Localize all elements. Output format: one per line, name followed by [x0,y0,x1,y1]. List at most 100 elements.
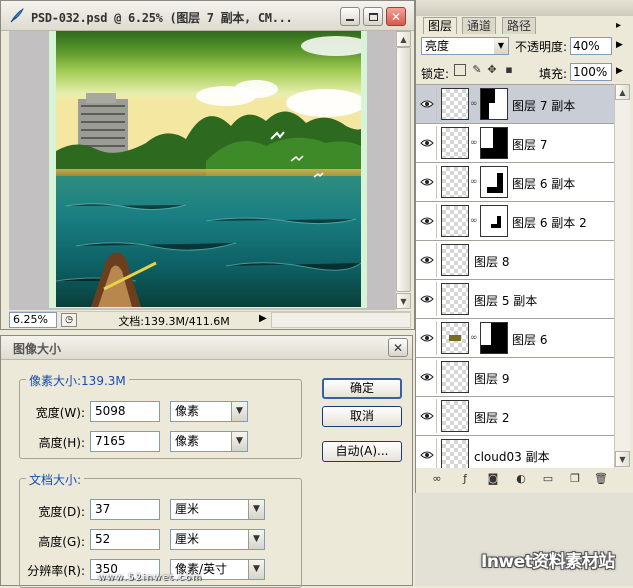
opacity-slider-arrow-icon[interactable]: ▶ [616,40,623,50]
layer-row[interactable]: 图层 5 副本 [416,280,614,319]
layer-style-icon[interactable]: ƒ [458,472,472,485]
maximize-button[interactable] [363,7,383,26]
panel-title-bar[interactable] [416,0,633,16]
layer-mask-thumbnail[interactable] [480,127,508,159]
ok-button[interactable]: 确定 [322,378,402,399]
visibility-eye-icon[interactable] [417,360,437,394]
layer-thumbnail [441,400,469,432]
layer-name: 图层 5 副本 [474,294,538,308]
lock-brush-icon[interactable]: ✎ [471,64,483,76]
link-chain-icon[interactable]: ∞ [470,177,478,187]
fill-input[interactable]: 100% [570,63,612,81]
layer-row[interactable]: 图层 2 [416,397,614,436]
document-vertical-scrollbar[interactable]: ▲ ▼ [395,31,411,310]
scroll-thumb[interactable] [396,47,411,292]
layers-panel: 图层 通道 路径 ▸ 亮度 ▼ 不透明度: 40% ▶ 锁定: ✎ ✥ ▪ 填充… [415,0,633,493]
visibility-eye-icon[interactable] [417,126,437,160]
lake-scene-image[interactable] [56,31,361,307]
minimize-button[interactable] [340,7,360,26]
adjustment-layer-icon[interactable]: ◐ [514,472,528,485]
doc-width-unit-select[interactable]: 厘米 ▼ [170,499,265,520]
visibility-eye-icon[interactable] [417,204,437,238]
tab-paths[interactable]: 路径 [502,17,537,34]
new-group-icon[interactable]: ▭ [541,472,555,485]
tab-channels[interactable]: 通道 [462,17,497,34]
layer-mask-thumbnail[interactable] [480,205,508,237]
pixel-height-unit-select[interactable]: 像素 ▼ [170,431,248,452]
chevron-down-icon: ▼ [494,38,508,54]
lock-move-icon[interactable]: ✥ [486,64,498,76]
link-chain-icon[interactable]: ∞ [470,216,478,226]
fill-slider-arrow-icon[interactable]: ▶ [616,66,623,76]
new-layer-icon[interactable]: ❐ [568,472,582,485]
layer-row[interactable]: 图层 8 [416,241,614,280]
opacity-input[interactable]: 40% [570,37,612,55]
tab-layers[interactable]: 图层 [423,17,458,34]
layer-mask-thumbnail[interactable] [480,166,508,198]
link-chain-icon[interactable]: ∞ [470,333,478,343]
doc-width-input[interactable]: 37 [90,499,160,520]
scroll-up-icon[interactable]: ▲ [615,84,630,100]
layer-row[interactable]: ∞ 图层 7 [416,124,614,163]
layer-name: 图层 6 [512,333,548,347]
panel-menu-icon[interactable]: ▸ [616,20,621,31]
doc-height-input[interactable]: 52 [90,529,160,550]
document-size-group: 文档大小: 宽度(D): 37 厘米 ▼ 高度(G): 52 厘米 ▼ 分辨率(… [19,471,302,588]
visibility-eye-icon[interactable] [417,282,437,316]
layer-row[interactable]: ∞ 图层 6 [416,319,614,358]
zoom-level-field[interactable]: 6.25% [9,312,57,328]
visibility-eye-icon[interactable] [417,438,437,468]
watermark-logo: Inwet资料素材站 [481,552,615,572]
document-horizontal-scrollbar[interactable] [271,312,411,328]
layer-name: 图层 7 副本 [512,99,576,113]
layer-row[interactable]: ∞ 图层 6 副本 2 [416,202,614,241]
layer-row[interactable]: 图层 9 [416,358,614,397]
layer-mask-thumbnail[interactable] [480,88,508,120]
auto-button[interactable]: 自动(A)... [322,441,402,462]
visibility-eye-icon[interactable] [417,243,437,277]
visibility-eye-icon[interactable] [417,321,437,355]
scroll-down-icon[interactable]: ▼ [396,293,411,309]
blend-mode-value: 亮度 [425,39,450,53]
opacity-label: 不透明度: [515,40,568,54]
layers-vertical-scrollbar[interactable]: ▲ ▼ [614,84,630,468]
blend-mode-select[interactable]: 亮度 ▼ [421,37,509,55]
layer-list: ∞ 图层 7 副本 ∞ 图层 7 ∞ 图层 6 副本 ∞ 图层 6 副本 2 图… [416,84,614,468]
dialog-title-bar[interactable]: 图像大小 ✕ [1,336,412,360]
visibility-eye-icon[interactable] [417,165,437,199]
pixel-width-input[interactable]: 5098 [90,401,160,422]
cancel-button[interactable]: 取消 [322,406,402,427]
scroll-down-icon[interactable]: ▼ [615,451,630,467]
link-chain-icon[interactable]: ∞ [470,99,478,109]
pixel-height-label: 高度(H): [38,436,85,450]
layer-row[interactable]: ∞ 图层 6 副本 [416,163,614,202]
document-title-bar[interactable]: PSD-032.psd @ 6.25% (图层 7 副本, CM... ✕ [1,1,414,31]
visibility-eye-icon[interactable] [417,399,437,433]
delete-layer-icon[interactable]: 🗑 [594,472,608,485]
doc-height-unit-select[interactable]: 厘米 ▼ [170,529,265,550]
layer-mask-thumbnail[interactable] [480,322,508,354]
layer-row[interactable]: ∞ 图层 7 副本 [416,85,614,124]
layer-thumbnail [441,244,469,276]
visibility-eye-icon[interactable] [417,87,437,121]
lock-transparency-icon[interactable] [454,64,466,76]
canvas-area[interactable] [9,31,395,310]
dialog-title: 图像大小 [13,342,62,356]
pixel-height-input[interactable]: 7165 [90,431,160,452]
layer-thumbnail [441,88,469,120]
link-layers-icon[interactable]: ∞ [430,472,444,485]
pixel-width-unit-select[interactable]: 像素 ▼ [170,401,248,422]
add-mask-icon[interactable]: ◙ [486,472,500,485]
scroll-up-icon[interactable]: ▲ [396,31,411,47]
lock-all-icon[interactable]: ▪ [503,64,515,76]
layer-name: 图层 6 副本 2 [512,216,587,230]
close-button[interactable]: ✕ [386,7,406,26]
navigator-icon[interactable]: ◷ [61,313,77,327]
layer-row[interactable]: cloud03 副本 [416,436,614,468]
status-menu-arrow-icon[interactable]: ▶ [259,313,267,324]
layer-name: 图层 2 [474,411,510,425]
maximize-icon [368,12,378,21]
dialog-close-button[interactable]: ✕ [388,338,408,357]
link-chain-icon[interactable]: ∞ [470,138,478,148]
doc-height-label: 高度(G): [38,535,85,549]
